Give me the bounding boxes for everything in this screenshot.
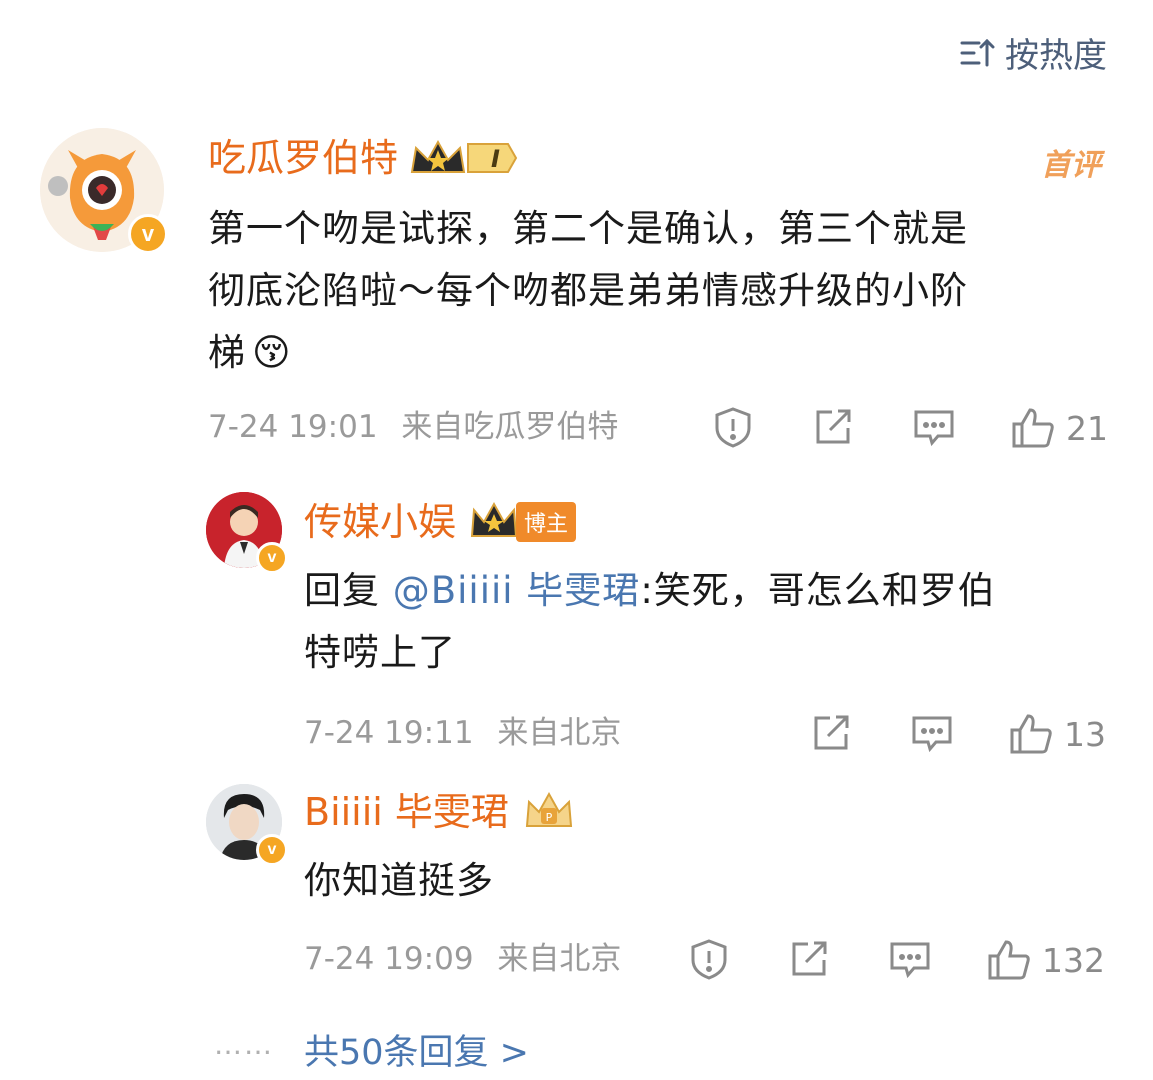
comment-time: 7-24 19:11	[304, 715, 474, 751]
share-icon	[816, 409, 851, 444]
like-icon	[988, 940, 1030, 980]
like-icon	[1010, 714, 1052, 754]
comment-username[interactable]: Biiiii 毕雯珺	[304, 793, 509, 831]
mention-link[interactable]: @Biiiii 毕雯珺	[393, 569, 641, 612]
like-count: 132	[1042, 940, 1105, 980]
report-button[interactable]	[688, 938, 730, 980]
sort-label: 按热度	[1005, 36, 1107, 76]
kiss-emoji-icon: 😚	[252, 331, 292, 374]
reply-button[interactable]	[910, 712, 954, 754]
comment-icon	[912, 716, 952, 753]
like-button[interactable]: 21	[1010, 406, 1108, 450]
like-button[interactable]: 132	[986, 938, 1105, 982]
comment-source: 来自北京	[497, 941, 622, 977]
avatar[interactable]: v	[40, 128, 168, 254]
first-comment-badge: 首评	[1041, 148, 1101, 183]
comment-username[interactable]: 吃瓜罗伯特	[208, 139, 398, 177]
like-count: 21	[1066, 408, 1108, 448]
comment-text: 回复 @Biiiii 毕雯珺:笑死，哥怎么和罗伯 特唠上了	[304, 569, 996, 674]
verified-badge: v	[128, 214, 168, 254]
like-icon	[1012, 408, 1054, 448]
comment-username[interactable]: 传媒小娱	[304, 503, 456, 541]
like-button[interactable]: 13	[1008, 712, 1106, 756]
crown-icon	[470, 501, 518, 537]
crown-icon	[410, 139, 518, 173]
crown-icon: P	[525, 791, 573, 827]
share-icon	[792, 941, 827, 976]
report-icon	[715, 407, 751, 448]
comment-source: 来自吃瓜罗伯特	[401, 409, 619, 445]
avatar[interactable]: v	[206, 784, 288, 866]
sort-button[interactable]: 按热度	[959, 28, 1107, 77]
level-text: I	[491, 145, 500, 173]
comment-icon	[914, 410, 954, 447]
avatar[interactable]: v	[206, 492, 288, 574]
sort-icon	[960, 38, 995, 66]
comment-source: 来自北京	[497, 715, 622, 751]
blogger-tag: 博主	[516, 502, 577, 542]
more-replies-link[interactable]: 共50条回复 >	[304, 1024, 529, 1075]
level-badge: 博主	[468, 500, 577, 544]
more-dots: ……	[214, 1028, 274, 1061]
comment-text: 第一个吻是试探，第二个是确认，第三个就是 彻底沦陷啦～每个吻都是弟弟情感升级的小…	[208, 207, 968, 374]
comment-text: 你知道挺多	[304, 859, 494, 902]
share-icon	[814, 715, 849, 750]
verified-badge: v	[256, 542, 288, 574]
comment-icon	[890, 942, 930, 979]
report-button[interactable]	[712, 406, 754, 448]
svg-text:P: P	[546, 811, 553, 824]
comment-time: 7-24 19:01	[208, 409, 378, 445]
share-button[interactable]	[812, 406, 854, 448]
share-button[interactable]	[788, 938, 830, 980]
reply-button[interactable]	[888, 938, 932, 980]
report-icon	[691, 939, 727, 980]
share-button[interactable]	[810, 712, 852, 754]
reply-button[interactable]	[912, 406, 956, 448]
like-count: 13	[1064, 714, 1106, 754]
level-badge	[408, 136, 518, 180]
verified-badge: v	[256, 834, 288, 866]
comment-time: 7-24 19:09	[304, 941, 474, 977]
